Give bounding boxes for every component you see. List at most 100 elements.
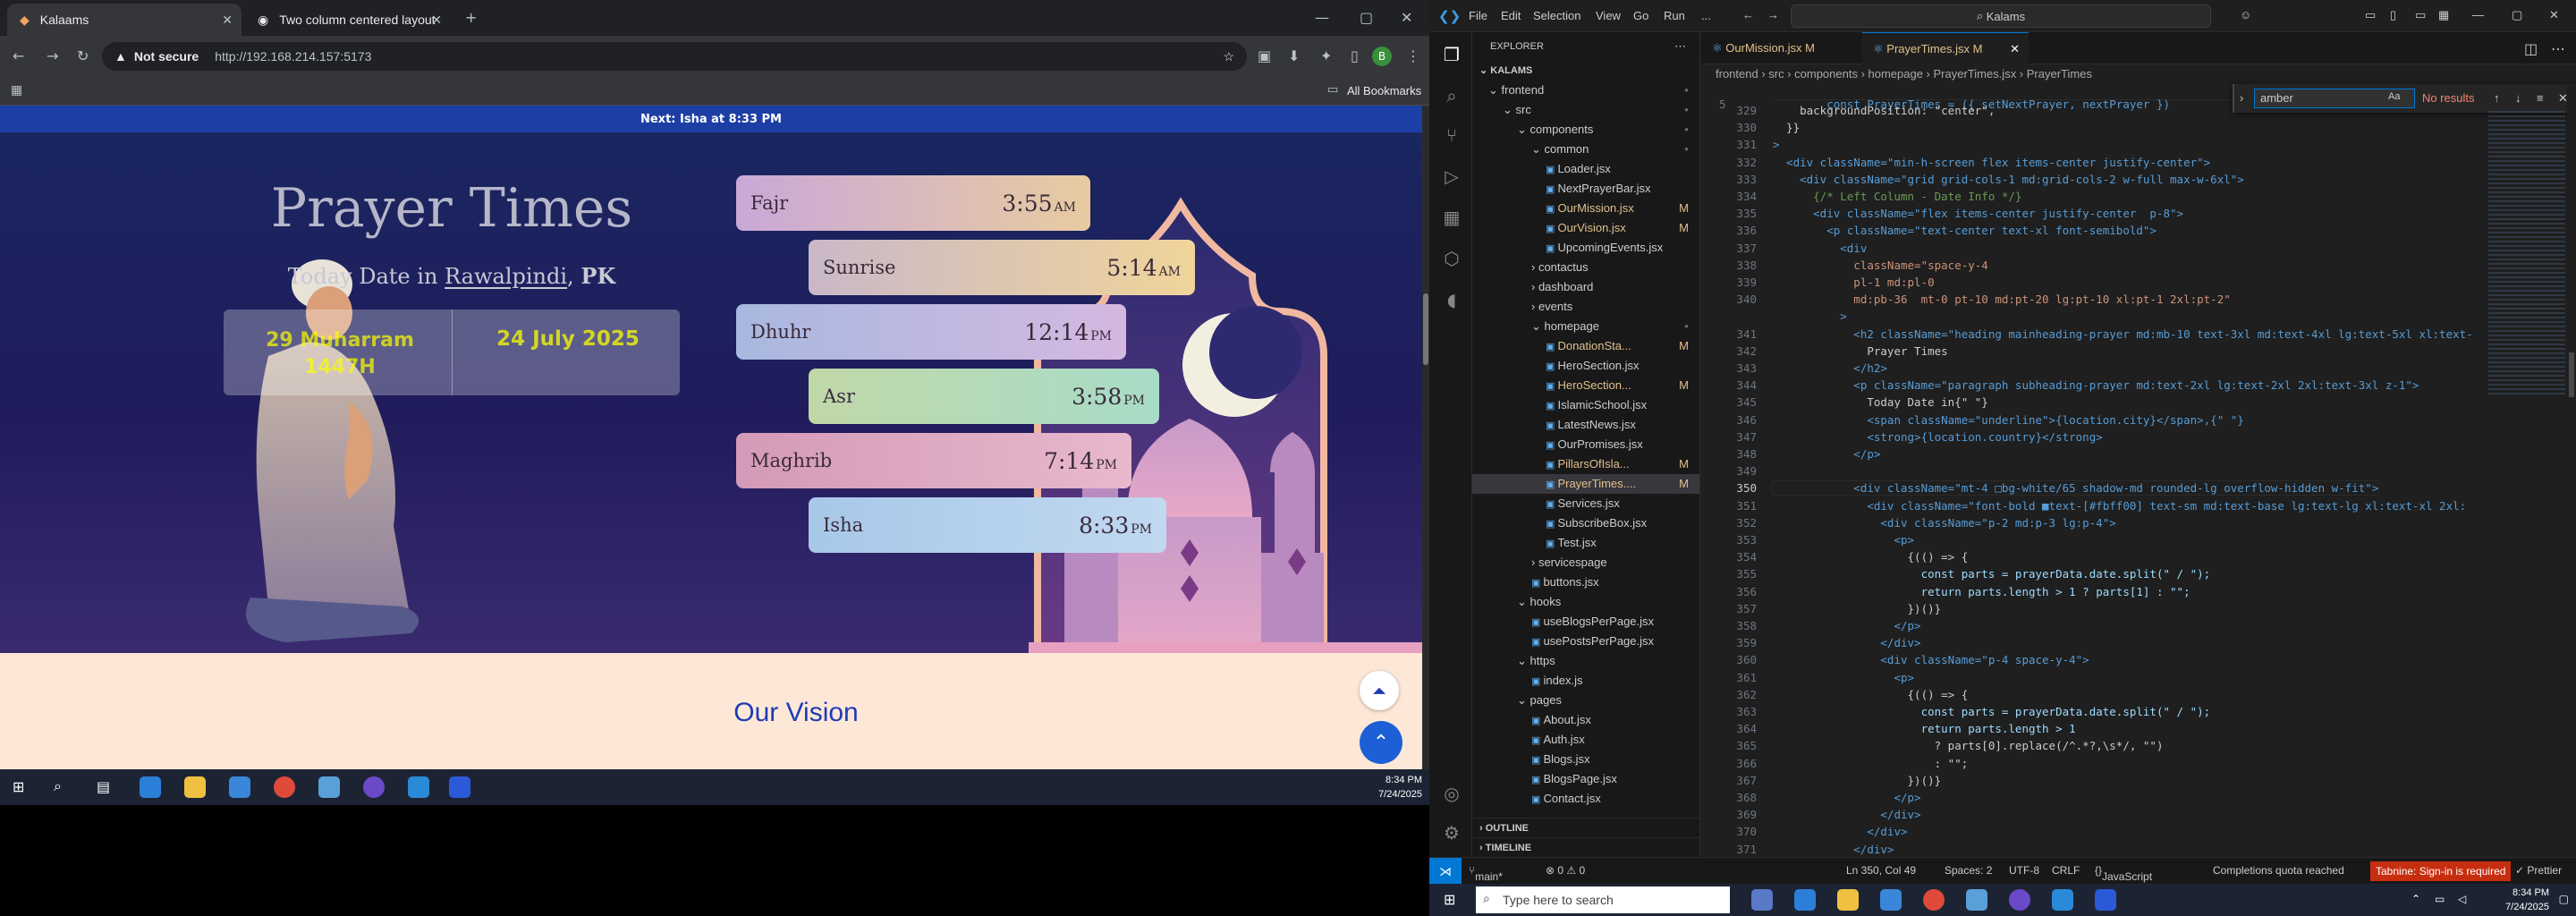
language-mode[interactable]: {} JavaScript JSX [2095,864,2152,895]
taskbar-clock[interactable]: 8:34 PM 7/24/2025 [1378,773,1422,802]
tree-file[interactable]: ▣ useBlogsPerPage.jsx [1472,612,1699,632]
customize-layout-icon[interactable]: ▦ [2438,8,2449,22]
app-icon[interactable] [318,776,340,798]
app-icon[interactable] [1966,889,1987,911]
breadcrumb[interactable]: frontend › src › components › homepage ›… [1701,64,2576,84]
selection-icon[interactable]: ≡ [2537,91,2544,105]
code-line[interactable]: const parts = prayerData.date.split(" / … [1773,567,2211,581]
tree-folder[interactable]: › contactus [1472,258,1699,277]
code-line[interactable]: return parts.length > 1 [1773,722,2076,735]
zoom-icon[interactable] [2095,889,2116,911]
edge-icon[interactable] [140,776,161,798]
menu-selection[interactable]: Selection [1533,9,1580,22]
tree-file[interactable]: ▣ OurVision.jsx M [1472,218,1699,238]
explorer-icon[interactable]: ❐ [1442,45,1462,64]
gear-icon[interactable]: ⚙ [1442,823,1462,843]
tree-folder[interactable]: ⌄ frontend ● [1472,81,1699,100]
vscode-icon[interactable] [2052,889,2073,911]
tree-file[interactable]: ▣ IslamicSchool.jsx [1472,395,1699,415]
github-icon[interactable] [2009,889,2030,911]
code-line[interactable]: : ""; [1773,757,1969,770]
back-icon[interactable]: ← [13,47,24,64]
tree-file[interactable]: ▣ PillarsOfIsla... M [1472,454,1699,474]
new-tab-icon[interactable]: + [465,9,477,26]
problems-indicator[interactable]: ⊗ 0 ⚠ 0 [1546,864,1585,877]
code-line[interactable]: <div className="flex items-center justif… [1773,207,2183,220]
more-actions-icon[interactable]: ⋯ [2551,40,2565,57]
tree-folder[interactable]: › dashboard [1472,277,1699,297]
tree-folder[interactable]: ⌄ https [1472,651,1699,671]
volume-icon[interactable]: ◁ [2458,893,2466,905]
code-line[interactable]: <div className="p-4 space-y-4"> [1773,653,2089,666]
maximize-icon[interactable]: ▢ [2512,8,2522,22]
tree-file[interactable]: ▣ index.js [1472,671,1699,691]
tree-file[interactable]: ▣ NextPrayerBar.jsx [1472,179,1699,199]
copilot-status[interactable]: Completions quota reached [2213,864,2344,877]
back-to-top-button[interactable]: ⌃ [1360,721,1402,764]
remote-indicator-icon[interactable]: ⋊ [1429,858,1462,885]
code-line[interactable]: <div className="font-bold ■text-[#fbff00… [1773,499,2466,513]
code-line[interactable]: pl-1 md:pl-0 [1773,276,1934,289]
code-line[interactable]: })()} [1773,602,1942,615]
taskbar-clock[interactable]: 8:34 PM 7/24/2025 [2505,886,2549,914]
file-explorer-icon[interactable] [1837,889,1859,911]
branch-indicator[interactable]: ⑂ main* [1469,864,1503,883]
nav-forward-icon[interactable]: → [1767,8,1779,21]
menu-edit[interactable]: Edit [1501,9,1521,22]
tree-file[interactable]: ▣ OurPromises.jsx [1472,435,1699,454]
split-editor-icon[interactable]: ◫ [2524,40,2538,57]
page-scrollbar[interactable] [1422,106,1429,769]
code-line[interactable]: Today Date in{" "} [1773,395,1987,409]
tree-folder[interactable]: ⌄ hooks [1472,592,1699,612]
tree-file[interactable]: ▣ About.jsx [1472,710,1699,730]
scroll-up-icon[interactable]: ⏶ [1360,671,1399,710]
store-icon[interactable] [229,776,250,798]
tree-file[interactable]: ▣ Test.jsx [1472,533,1699,553]
tree-file[interactable]: ▣ usePostsPerPage.jsx [1472,632,1699,651]
tree-file[interactable]: ▣ SubscribeBox.jsx [1472,513,1699,533]
code-line[interactable]: </h2> [1773,361,1887,375]
code-line[interactable]: </div> [1773,825,1907,838]
code-line[interactable]: <p> [1773,671,1914,684]
tree-file[interactable]: ▣ DonationSta... M [1472,336,1699,356]
code-line[interactable]: Prayer Times [1773,344,1947,358]
zoom-icon[interactable] [449,776,470,798]
reload-icon[interactable]: ↻ [77,47,89,64]
arrow-up-icon[interactable]: ↑ [2494,91,2500,105]
layout-secondary-icon[interactable]: ▭ [2415,8,2426,22]
tree-file[interactable]: ▣ Blogs.jsx [1472,750,1699,769]
windows-start-icon[interactable]: ⊞ [13,778,24,795]
tab-ourmission[interactable]: ⚛ OurMission.jsx M [1701,32,1862,64]
workspace-header[interactable]: ⌄ KALAMS [1472,61,1699,81]
profile-avatar[interactable]: B [1372,47,1392,66]
code-line[interactable]: <div className="min-h-screen flex items-… [1773,156,2210,169]
code-line[interactable]: <p className="paragraph subheading-praye… [1773,378,2419,392]
tree-file[interactable]: ▣ buttons.jsx [1472,572,1699,592]
layout-sidebar-icon[interactable]: ▭ [2365,8,2376,22]
address-bar[interactable]: ▲ Not secure http://192.168.214.157:5173… [102,42,1247,71]
tree-folder[interactable]: › events [1472,297,1699,317]
source-control-icon[interactable]: ⑂ [1442,125,1462,145]
close-tab-icon[interactable]: ✕ [431,13,442,28]
tree-file[interactable]: ▣ PrayerTimes.... M [1472,474,1699,494]
search-icon[interactable]: ⌕ [1442,86,1462,106]
puzzle-icon[interactable]: ✦ [1320,47,1332,64]
task-view-icon[interactable]: ▤ [97,778,110,795]
close-tab-icon[interactable]: ✕ [222,13,233,28]
menu-file[interactable]: File [1469,9,1487,22]
download-icon[interactable]: ⬇ [1288,47,1300,64]
extension-icon[interactable]: ▣ [1258,47,1271,64]
code-line[interactable]: const parts = prayerData.date.split(" / … [1773,705,2211,718]
encoding[interactable]: UTF-8 [2009,864,2039,877]
code-line[interactable]: </div> [1773,843,1894,856]
more-actions-icon[interactable]: ⋯ [1674,39,1686,54]
tree-file[interactable]: ▣ Auth.jsx [1472,730,1699,750]
code-line[interactable]: <span className="underline">{location.ci… [1773,413,2243,427]
tab-two-column[interactable]: ◉ Two column centered layout ✕ [245,4,451,36]
layout-panel-icon[interactable]: ▯ [2390,8,2396,22]
code-editor[interactable]: 5 const PrayerTimes = ({ setNextPrayer, n… [1701,84,2576,873]
taskbar-search[interactable]: ⌕ Type here to search [1476,886,1730,913]
close-tab-icon[interactable]: ✕ [2010,33,2020,65]
tree-file[interactable]: ▣ Contact.jsx [1472,789,1699,809]
arrow-down-icon[interactable]: ↓ [2515,91,2521,105]
